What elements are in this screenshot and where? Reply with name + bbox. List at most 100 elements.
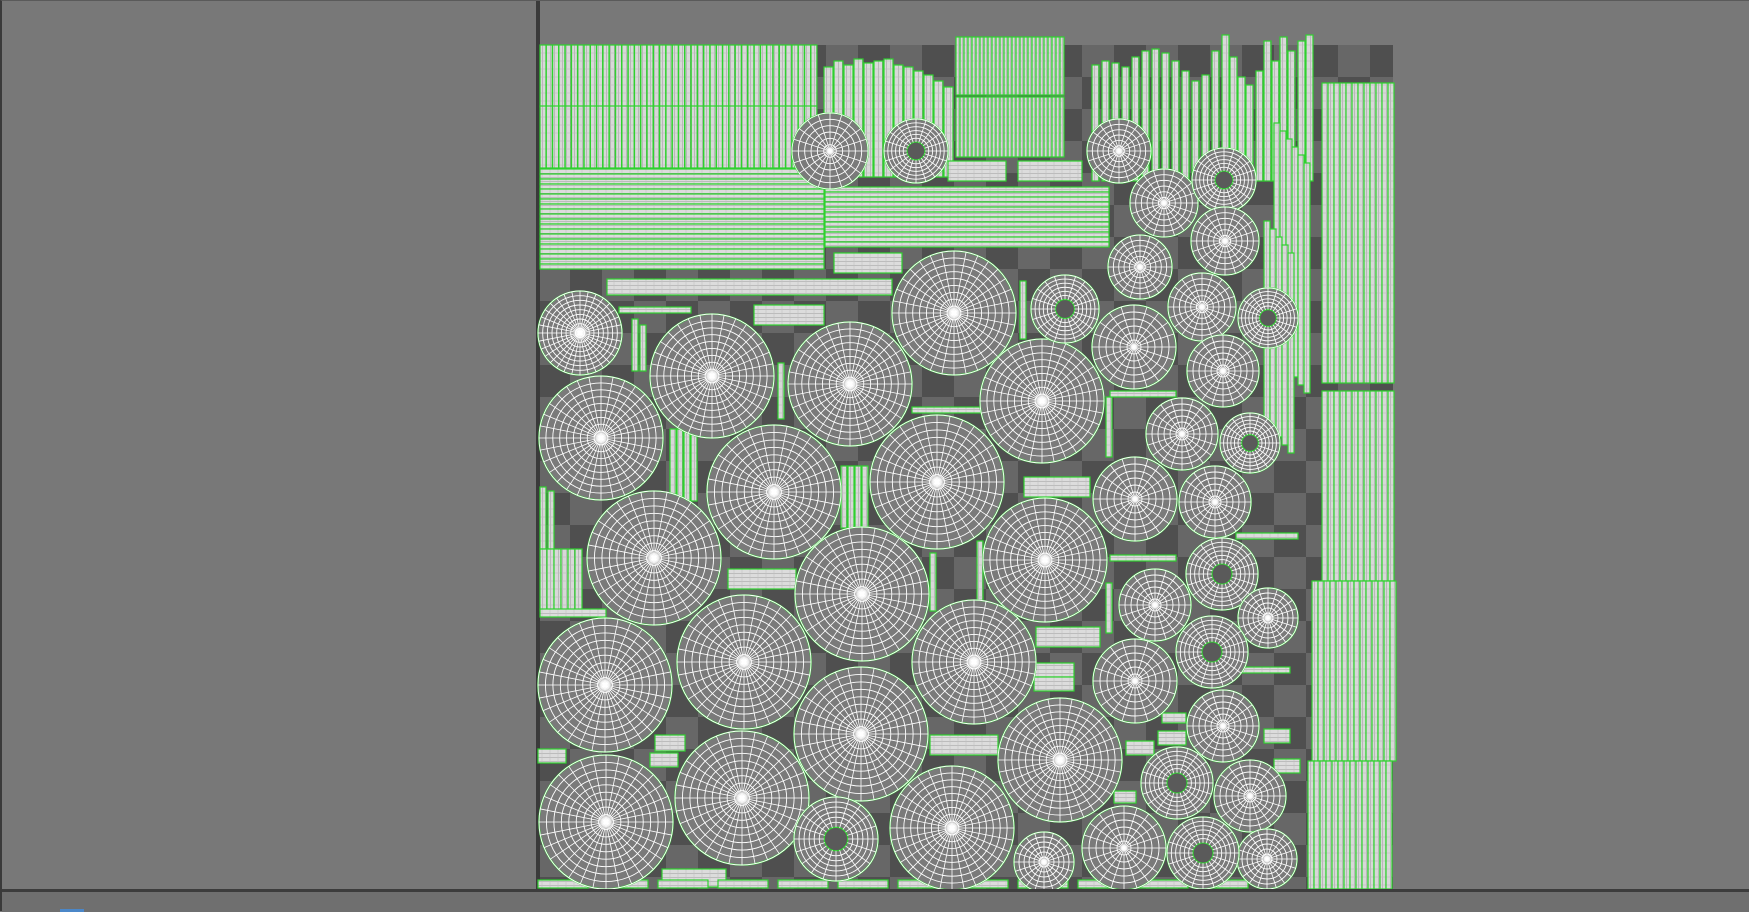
uv-strip-island: [1059, 36, 1065, 96]
uv-strip-island: [740, 44, 749, 108]
uv-strip-island: [824, 226, 1110, 233]
uv-strip-island: [1307, 760, 1315, 890]
uv-disc-island: [883, 118, 949, 184]
uv-strip-island: [1109, 554, 1177, 562]
uv-strip-island: [824, 206, 1110, 213]
uv-strip-island: [539, 105, 547, 169]
uv-strip-island: [837, 879, 889, 889]
uv-disc-island: [1030, 274, 1100, 344]
uv-disc-island: [982, 497, 1108, 623]
uv-strip-island: [759, 105, 768, 169]
uv-strip-island: [703, 44, 711, 108]
uv-canvas[interactable]: [2, 1, 1749, 912]
uv-strip-island: [545, 105, 553, 169]
uv-strip-island: [727, 568, 797, 590]
uv-strip-island: [539, 213, 825, 220]
uv-strip-island: [683, 428, 691, 502]
uv-strip-island: [1305, 34, 1314, 182]
uv-strip-island: [715, 105, 724, 169]
uv-strip-island: [734, 44, 742, 108]
uv-strip-island: [1383, 580, 1391, 762]
uv-strip-island: [1369, 82, 1377, 384]
uv-strip-island: [577, 105, 585, 169]
uv-strip-island: [558, 105, 566, 169]
uv-strip-island: [558, 44, 566, 108]
uv-disc-island: [1237, 287, 1299, 349]
uv-strip-island: [929, 734, 999, 756]
uv-strip-island: [1357, 82, 1365, 384]
uv-disc-island: [997, 697, 1123, 823]
uv-strip-island: [539, 253, 825, 260]
uv-editor-viewport[interactable]: [0, 0, 1749, 912]
uv-strip-island: [1017, 160, 1083, 182]
uv-disc-island: [1178, 465, 1252, 539]
uv-strip-island: [1385, 760, 1393, 890]
uv-strip-island: [1387, 390, 1395, 582]
uv-strip-island: [1273, 758, 1301, 774]
uv-strip-island: [1059, 96, 1065, 158]
uv-strip-island: [777, 879, 829, 889]
uv-strip-island: [633, 105, 642, 169]
uv-disc-island: [649, 313, 775, 439]
uv-disc-island: [1118, 568, 1192, 642]
uv-strip-island: [824, 231, 1110, 238]
uv-strip-island: [602, 105, 610, 169]
uv-strip-island: [785, 44, 793, 108]
uv-strip-island: [1033, 662, 1075, 678]
uv-strip-island: [1287, 252, 1295, 454]
uv-strip-island: [717, 879, 769, 889]
uv-strip-island: [539, 608, 607, 618]
uv-strip-island: [1125, 740, 1155, 756]
uv-disc-island: [793, 666, 929, 802]
uv-strip-island: [1363, 82, 1371, 384]
uv-strip-island: [1333, 390, 1341, 582]
uv-strip-island: [577, 44, 585, 108]
uv-strip-island: [596, 44, 604, 108]
uv-strip-island: [1387, 82, 1395, 384]
uv-strip-island: [1337, 760, 1345, 890]
uv-strip-island: [649, 752, 679, 768]
uv-disc-island: [1092, 456, 1178, 542]
uv-strip-island: [1339, 390, 1347, 582]
uv-strip-island: [539, 218, 825, 225]
uv-disc-island: [869, 414, 1005, 550]
uv-strip-island: [560, 548, 569, 612]
uv-strip-island: [810, 44, 818, 108]
uv-strip-island: [621, 105, 629, 169]
uv-strip-island: [861, 465, 869, 529]
uv-strip-island: [1389, 580, 1397, 762]
uv-strip-island: [652, 44, 661, 108]
uv-strip-island: [1347, 580, 1355, 762]
uv-strip-island: [539, 188, 825, 195]
uv-strip-island: [618, 306, 692, 314]
uv-strip-island: [690, 105, 698, 169]
uv-disc-island: [676, 594, 812, 730]
uv-strip-island: [715, 44, 724, 108]
uv-strip-island: [539, 223, 825, 230]
uv-strip-island: [659, 105, 667, 169]
uv-strip-island: [1351, 390, 1359, 582]
uv-strip-island: [911, 406, 983, 414]
uv-strip-island: [1151, 48, 1160, 182]
uv-strip-island: [824, 211, 1110, 218]
uv-disc-island: [1092, 638, 1178, 724]
uv-strip-island: [824, 241, 1110, 248]
uv-disc-island: [1145, 397, 1219, 471]
uv-strip-island: [606, 278, 893, 296]
uv-strip-island: [589, 44, 598, 108]
uv-strip-island: [1303, 162, 1311, 394]
uv-strip-island: [1319, 760, 1327, 890]
uv-strip-island: [785, 105, 793, 169]
uv-strip-island: [747, 44, 755, 108]
uv-strip-island: [824, 216, 1110, 223]
uv-strip-island: [1353, 580, 1361, 762]
uv-strip-island: [539, 178, 825, 185]
uv-strip-island: [1381, 390, 1389, 582]
uv-strip-island: [657, 879, 709, 889]
uv-strip-island: [567, 548, 576, 612]
uv-strip-island: [1327, 82, 1335, 384]
uv-strip-island: [1361, 760, 1369, 890]
uv-strip-island: [1323, 580, 1331, 762]
uv-strip-island: [614, 44, 623, 108]
uv-strip-island: [1109, 390, 1177, 398]
